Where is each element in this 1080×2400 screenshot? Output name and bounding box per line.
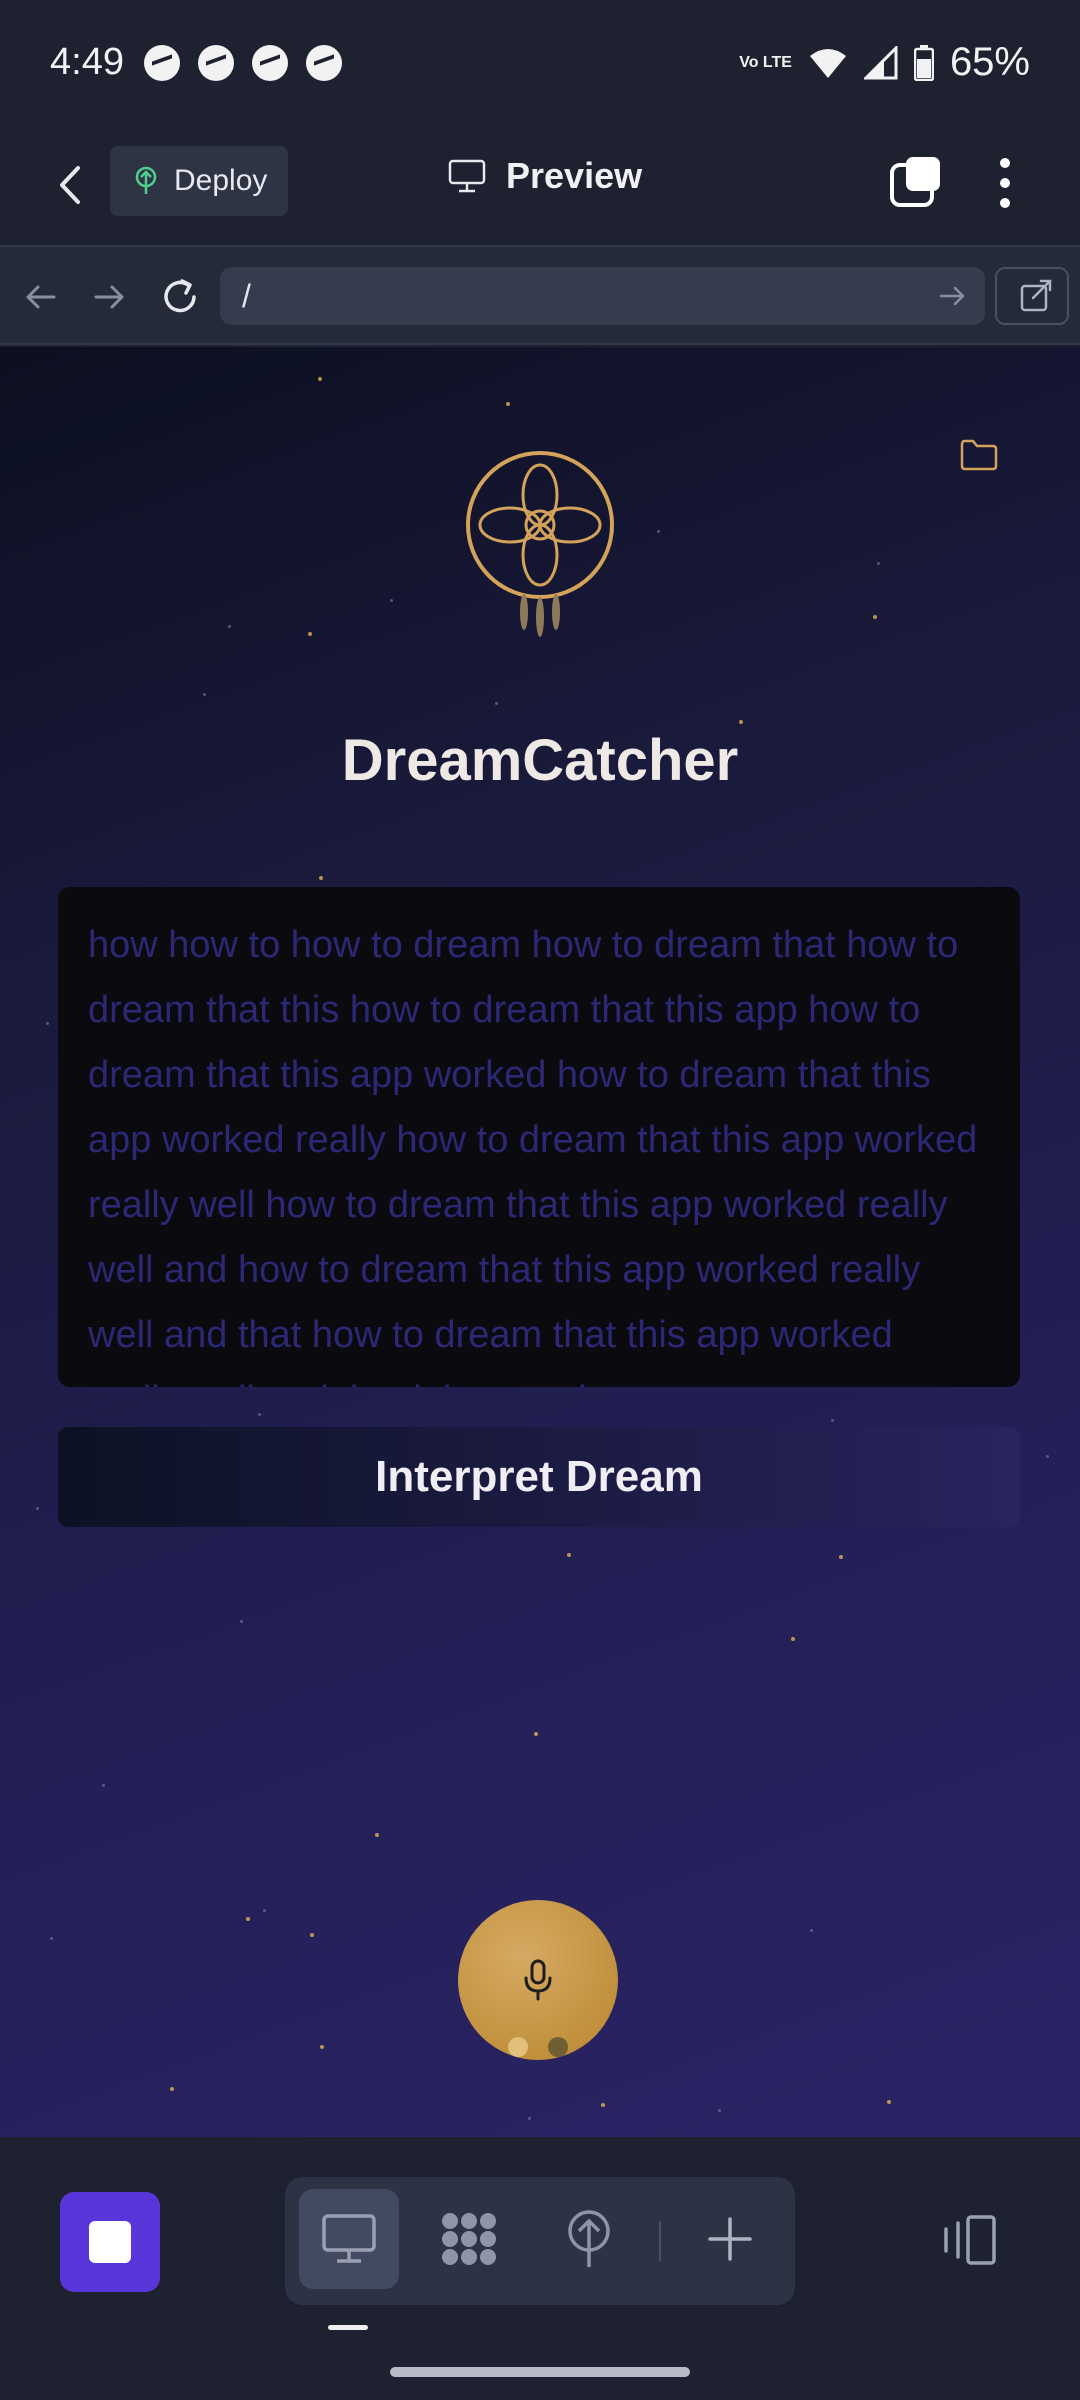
- home-indicator[interactable]: [390, 2367, 690, 2377]
- messenger-icon: [197, 44, 234, 81]
- volte-icon: Vo LTE: [739, 53, 792, 71]
- star: [50, 1937, 53, 1940]
- stop-button[interactable]: [60, 2192, 160, 2292]
- app-title: DreamCatcher: [341, 728, 739, 793]
- star: [657, 530, 660, 533]
- monitor-icon: [448, 159, 486, 193]
- tabs-icon[interactable]: [890, 155, 942, 207]
- page-title: Preview: [506, 155, 643, 196]
- star: [534, 1732, 538, 1736]
- indicator-dot: [548, 2037, 568, 2057]
- star: [791, 1637, 795, 1641]
- plus-icon: [708, 2217, 752, 2261]
- external-link-icon: [1020, 279, 1052, 312]
- star: [887, 2100, 891, 2104]
- messenger-icon: [305, 44, 342, 81]
- app-preview: DreamCatcher how how to how to dream how…: [0, 347, 1080, 2137]
- nav-back-icon[interactable]: [18, 275, 62, 319]
- microphone-button[interactable]: [458, 1900, 618, 2060]
- star: [877, 562, 880, 565]
- star: [46, 1022, 49, 1025]
- star: [310, 1933, 314, 1937]
- star: [308, 632, 312, 636]
- star: [1046, 1455, 1049, 1458]
- stop-icon: [89, 2221, 131, 2263]
- desktop-view-button[interactable]: [299, 2189, 399, 2289]
- monitor-icon: [322, 2214, 376, 2263]
- status-time: 4:49: [50, 41, 124, 83]
- go-arrow-icon[interactable]: [937, 281, 967, 311]
- star: [320, 2045, 324, 2049]
- wifi-icon: [809, 48, 846, 78]
- star: [318, 377, 322, 381]
- nodes-icon: [442, 2213, 496, 2265]
- bottom-toolbar: [0, 2137, 1080, 2400]
- star: [258, 1413, 261, 1416]
- nav-forward-icon[interactable]: [88, 275, 132, 319]
- status-bar: 4:49 Vo LTE 65%: [0, 0, 1080, 125]
- interpret-dream-button[interactable]: Interpret Dream: [58, 1427, 1020, 1527]
- dream-text: how how to how to dream how to dream tha…: [88, 924, 978, 1387]
- app-toolbar: Deploy Preview: [0, 125, 1080, 245]
- view-switcher: [285, 2177, 795, 2305]
- star: [390, 599, 393, 602]
- deploy-view-button[interactable]: [539, 2189, 639, 2289]
- folder-icon[interactable]: [960, 439, 998, 471]
- star: [246, 1917, 250, 1921]
- messenger-icon: [251, 44, 288, 81]
- star: [203, 693, 206, 696]
- star: [506, 402, 510, 406]
- star: [567, 1553, 571, 1557]
- star: [263, 1909, 266, 1912]
- star: [228, 625, 231, 628]
- back-icon[interactable]: [50, 160, 90, 210]
- battery-icon: [913, 44, 934, 81]
- star: [831, 1419, 834, 1422]
- open-external-button[interactable]: [995, 267, 1069, 325]
- star: [240, 1620, 243, 1623]
- add-button[interactable]: [680, 2189, 780, 2289]
- reload-icon[interactable]: [158, 275, 202, 319]
- divider: [659, 2221, 661, 2261]
- url-input[interactable]: /: [220, 267, 985, 325]
- deploy-label: Deploy: [174, 164, 268, 197]
- star: [718, 2109, 721, 2112]
- battery-percent: 65%: [949, 40, 1030, 84]
- star: [170, 2087, 174, 2091]
- active-indicator: [328, 2325, 368, 2330]
- star: [102, 1784, 105, 1787]
- microphone-icon: [524, 1959, 552, 2001]
- star: [375, 1833, 379, 1837]
- star: [528, 2117, 531, 2120]
- dream-input[interactable]: how how to how to dream how to dream tha…: [58, 887, 1020, 1387]
- messenger-icon: [143, 44, 180, 81]
- more-options-icon[interactable]: [990, 153, 1020, 213]
- star: [601, 2103, 605, 2107]
- star: [319, 876, 323, 880]
- url-value: /: [242, 278, 251, 314]
- indicator-dot: [508, 2037, 528, 2057]
- device-frame-icon[interactable]: [940, 2215, 998, 2265]
- star: [739, 720, 743, 724]
- browser-nav-bar: /: [0, 245, 1080, 345]
- preview-title: Preview: [448, 155, 642, 197]
- star: [495, 702, 498, 705]
- star: [36, 1507, 39, 1510]
- signal-icon: [863, 45, 898, 79]
- dreamcatcher-logo-icon: [466, 451, 614, 637]
- deploy-button[interactable]: Deploy: [110, 146, 288, 216]
- deploy-icon: [135, 166, 157, 194]
- star: [810, 1929, 813, 1932]
- star: [873, 615, 877, 619]
- star: [839, 1555, 843, 1559]
- nodes-view-button[interactable]: [419, 2189, 519, 2289]
- deploy-icon: [568, 2210, 610, 2267]
